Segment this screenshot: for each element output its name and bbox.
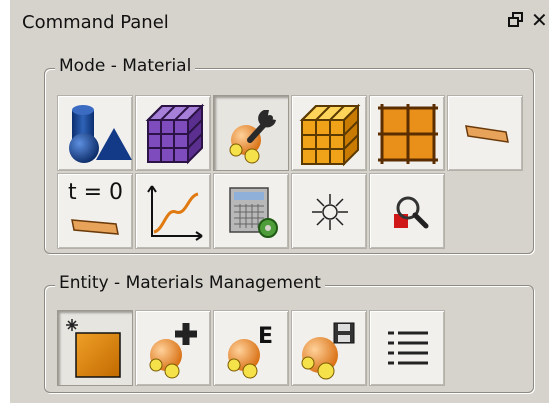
grid-icon (378, 104, 438, 164)
hex-mesh-icon (299, 103, 361, 167)
initial-condition-icon (71, 219, 119, 235)
mesh-button[interactable] (135, 95, 211, 171)
panel-title: Command Panel (22, 12, 169, 33)
geometry-icon (69, 105, 132, 163)
panel-bottom-edge (0, 403, 549, 410)
strip-button[interactable] (447, 95, 523, 171)
hex-mesh-button[interactable] (291, 95, 367, 171)
add-material-icon (149, 323, 197, 379)
light-button[interactable] (291, 173, 367, 249)
grid-button[interactable] (369, 95, 445, 171)
entity-group-legend: Entity - Materials Management (55, 273, 325, 293)
geometry-button[interactable] (57, 95, 133, 171)
save-material-icon (301, 322, 355, 380)
float-window-icon[interactable] (507, 11, 525, 29)
edit-material-icon: E (227, 324, 273, 379)
close-icon[interactable]: ✕ (531, 10, 548, 30)
initial-condition-button[interactable]: t = 0 (57, 173, 133, 249)
command-panel: Command Panel ✕ Mode - Material t = 0 En… (0, 0, 549, 410)
list-materials-button[interactable] (369, 310, 445, 386)
edit-badge: E (258, 324, 273, 349)
panel-left-edge (0, 0, 10, 410)
list-icon (388, 331, 428, 365)
new-material-button[interactable] (57, 310, 133, 386)
sun-icon (312, 194, 348, 230)
magnifier-icon (394, 196, 429, 229)
calculator-gear-icon (229, 187, 278, 238)
mode-group-legend: Mode - Material (55, 56, 196, 76)
material-button[interactable] (213, 95, 289, 171)
add-material-button[interactable] (135, 310, 211, 386)
strip-icon (465, 125, 509, 143)
save-material-button[interactable] (291, 310, 367, 386)
calculator-button[interactable] (213, 173, 289, 249)
material-tool-icon (229, 110, 276, 164)
curve-graph-button[interactable] (135, 173, 211, 249)
curve-graph-icon (147, 185, 203, 241)
new-material-icon (66, 319, 121, 378)
inspect-button[interactable] (369, 173, 445, 249)
mesh-icon (145, 103, 205, 165)
edit-material-button[interactable]: E (213, 310, 289, 386)
